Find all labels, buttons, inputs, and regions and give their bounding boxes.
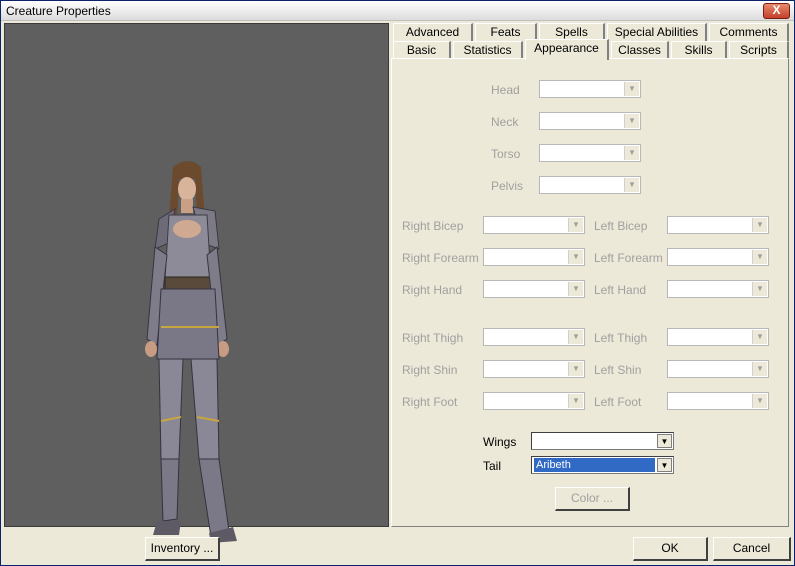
tab-advanced[interactable]: Advanced <box>393 23 473 41</box>
left-thigh-dropdown[interactable]: ▼ <box>667 328 769 346</box>
head-label: Head <box>491 83 520 97</box>
right-hand-label: Right Hand <box>402 283 463 297</box>
tab-skills[interactable]: Skills <box>671 41 727 59</box>
left-bicep-label: Left Bicep <box>594 219 648 233</box>
head-dropdown[interactable]: ▼ <box>539 80 641 98</box>
right-shin-label: Right Shin <box>402 363 458 377</box>
creature-preview-viewport[interactable] <box>4 23 389 543</box>
left-forearm-dropdown[interactable]: ▼ <box>667 248 769 266</box>
creature-properties-window: Creature Properties X Advanced Feats Spe… <box>0 0 795 566</box>
tab-classes[interactable]: Classes <box>611 41 669 59</box>
chevron-down-icon: ▼ <box>752 330 767 344</box>
right-forearm-dropdown[interactable]: ▼ <box>483 248 585 266</box>
tail-dropdown[interactable]: Aribeth ▼ <box>531 456 674 474</box>
pelvis-label: Pelvis <box>491 179 524 193</box>
chevron-down-icon: ▼ <box>752 362 767 376</box>
cancel-button[interactable]: Cancel <box>713 537 791 561</box>
chevron-down-icon: ▼ <box>568 218 583 232</box>
right-hand-dropdown[interactable]: ▼ <box>483 280 585 298</box>
chevron-down-icon: ▼ <box>752 250 767 264</box>
left-forearm-label: Left Forearm <box>594 251 663 265</box>
creature-model-image <box>145 161 237 543</box>
tail-value: Aribeth <box>534 458 655 472</box>
pelvis-dropdown[interactable]: ▼ <box>539 176 641 194</box>
wings-dropdown[interactable]: ▼ <box>531 432 674 450</box>
left-shin-label: Left Shin <box>594 363 642 377</box>
right-thigh-label: Right Thigh <box>402 331 464 345</box>
inventory-button[interactable]: Inventory ... <box>145 537 220 561</box>
chevron-down-icon: ▼ <box>752 394 767 408</box>
right-bicep-label: Right Bicep <box>402 219 464 233</box>
right-shin-dropdown[interactable]: ▼ <box>483 360 585 378</box>
tail-label: Tail <box>483 459 502 473</box>
left-thigh-label: Left Thigh <box>594 331 648 345</box>
chevron-down-icon: ▼ <box>568 362 583 376</box>
left-bicep-dropdown[interactable]: ▼ <box>667 216 769 234</box>
chevron-down-icon: ▼ <box>624 114 639 128</box>
wings-label: Wings <box>483 435 517 449</box>
tab-statistics[interactable]: Statistics <box>453 41 523 59</box>
wings-value <box>534 434 655 448</box>
chevron-down-icon: ▼ <box>624 146 639 160</box>
chevron-down-icon: ▼ <box>657 458 672 472</box>
chevron-down-icon: ▼ <box>624 82 639 96</box>
left-foot-dropdown[interactable]: ▼ <box>667 392 769 410</box>
right-forearm-label: Right Forearm <box>402 251 479 265</box>
chevron-down-icon: ▼ <box>657 434 672 448</box>
neck-dropdown[interactable]: ▼ <box>539 112 641 130</box>
ok-button[interactable]: OK <box>633 537 708 561</box>
left-hand-dropdown[interactable]: ▼ <box>667 280 769 298</box>
left-foot-label: Left Foot <box>594 395 642 409</box>
torso-label: Torso <box>491 147 521 161</box>
tab-scripts[interactable]: Scripts <box>729 41 789 59</box>
chevron-down-icon: ▼ <box>752 218 767 232</box>
tab-comments[interactable]: Comments <box>709 23 789 41</box>
right-foot-label: Right Foot <box>402 395 458 409</box>
right-bicep-dropdown[interactable]: ▼ <box>483 216 585 234</box>
tab-special-abilities[interactable]: Special Abilities <box>607 23 707 41</box>
chevron-down-icon: ▼ <box>568 282 583 296</box>
title-bar: Creature Properties X <box>1 1 794 21</box>
left-hand-label: Left Hand <box>594 283 647 297</box>
neck-label: Neck <box>491 115 519 129</box>
chevron-down-icon: ▼ <box>568 250 583 264</box>
tab-basic[interactable]: Basic <box>393 41 451 59</box>
close-button[interactable]: X <box>763 3 790 19</box>
chevron-down-icon: ▼ <box>568 394 583 408</box>
right-foot-dropdown[interactable]: ▼ <box>483 392 585 410</box>
window-title: Creature Properties <box>6 4 111 18</box>
left-shin-dropdown[interactable]: ▼ <box>667 360 769 378</box>
chevron-down-icon: ▼ <box>568 330 583 344</box>
color-button[interactable]: Color ... <box>555 487 630 511</box>
chevron-down-icon: ▼ <box>624 178 639 192</box>
chevron-down-icon: ▼ <box>752 282 767 296</box>
torso-dropdown[interactable]: ▼ <box>539 144 641 162</box>
right-thigh-dropdown[interactable]: ▼ <box>483 328 585 346</box>
tab-appearance[interactable]: Appearance <box>525 39 609 60</box>
